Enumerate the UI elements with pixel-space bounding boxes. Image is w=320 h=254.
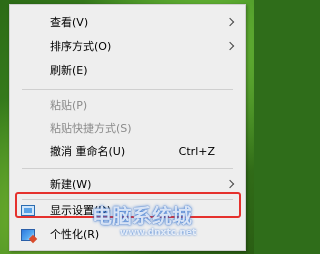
watermark-text: 电脑系统城 (92, 204, 192, 228)
chevron-right-icon (225, 41, 235, 51)
menu-item-undo-rename[interactable]: 撤消 重命名(U) Ctrl+Z (10, 141, 245, 163)
menu-item-label: 粘贴(P) (50, 99, 88, 112)
menu-item-label: 撤消 重命名(U) (50, 145, 126, 158)
menu-separator (22, 89, 233, 90)
watermark-url: www.dnxtc.net (120, 228, 197, 238)
menu-item-refresh[interactable]: 刷新(E) (10, 60, 245, 82)
chevron-right-icon (225, 179, 235, 189)
menu-item-shortcut: Ctrl+Z (178, 145, 215, 158)
personalize-icon (21, 229, 35, 241)
chevron-right-icon (225, 17, 235, 27)
menu-item-label: 刷新(E) (50, 64, 88, 77)
menu-item-label: 排序方式(O) (50, 40, 112, 53)
menu-item-paste[interactable]: 粘贴(P) (10, 95, 245, 117)
menu-item-paste-shortcut[interactable]: 粘贴快捷方式(S) (10, 118, 245, 140)
menu-item-view[interactable]: 查看(V) (10, 12, 245, 34)
menu-item-label: 粘贴快捷方式(S) (50, 122, 132, 135)
menu-item-label: 查看(V) (50, 16, 89, 29)
menu-separator (22, 168, 233, 169)
menu-item-sort[interactable]: 排序方式(O) (10, 36, 245, 58)
